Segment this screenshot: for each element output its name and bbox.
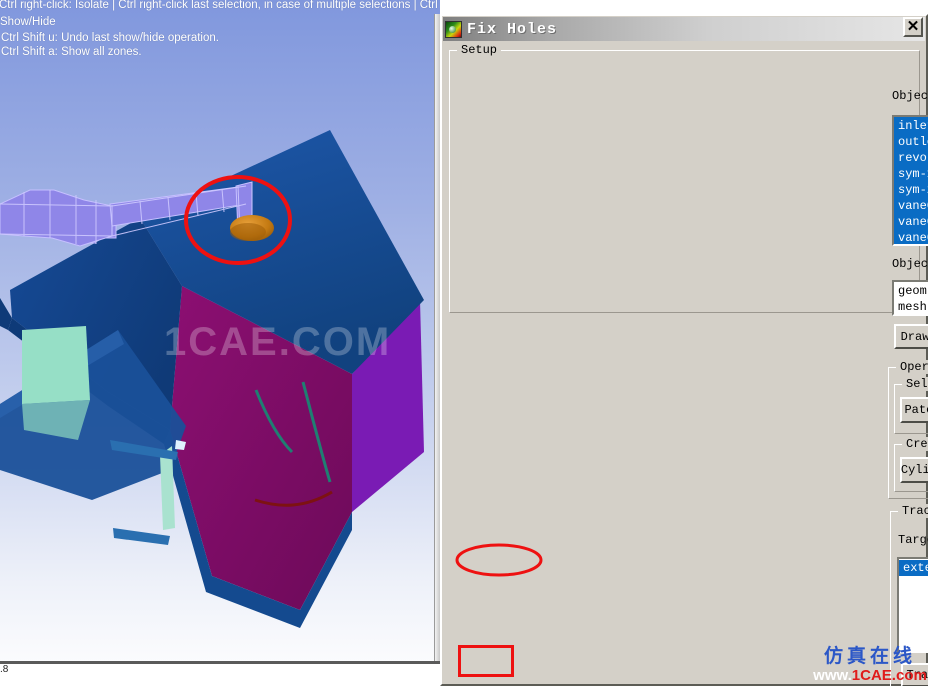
object-types-listbox[interactable]: geom mesh [892,280,928,316]
list-item[interactable]: geom [894,283,928,299]
dialog-title: Fix Holes [467,20,558,38]
objects-label: Objects [22/22] [892,89,928,103]
setup-group: Setup [449,43,920,313]
list-item[interactable]: mesh [894,299,928,314]
trace-button[interactable]: Trace [901,663,928,686]
3d-model-render [0,130,424,628]
viewport-corner-label: .8 [0,664,9,675]
trace-button-highlight [458,645,514,677]
create-patch-title: Create Patch [902,437,928,451]
external-item-highlight [455,543,543,577]
hint-line-hotkeys: Ctrl right-click: Isolate | Ctrl right-c… [0,0,440,11]
list-item[interactable]: sym-2 [894,182,928,198]
object-types-label: Object Types [0/2] [892,257,928,271]
list-item[interactable]: vane02 [894,214,928,230]
target-points-label: Target Points [1/1] [898,533,928,547]
target-points-listbox[interactable]: external [897,557,928,653]
list-item[interactable]: sym-1 [894,166,928,182]
list-item[interactable]: outlet [894,134,928,150]
list-item[interactable]: revolved-wall-63 [894,150,928,166]
cylinder-button[interactable]: Cylinder... [900,457,928,483]
patch-button[interactable]: Patch [900,397,928,423]
selected-holes-title: Selected Holes [902,377,928,391]
list-item[interactable]: vane01 [894,198,928,214]
hint-line-showall: Ctrl Shift a: Show all zones. [1,46,142,58]
list-item[interactable]: vane03 [894,230,928,244]
draw-button[interactable]: Draw [894,324,928,349]
screen: 1CAE.COM Ctrl right-click: Isolate | Ctr… [0,0,928,686]
hint-line-undo: Ctrl Shift u: Undo last show/hide operat… [1,32,219,44]
operations-title: Operations [896,360,928,374]
3d-viewport[interactable]: 1CAE.COM Ctrl right-click: Isolate | Ctr… [0,0,440,686]
list-item[interactable]: inlet [894,118,928,134]
trace-to-points-title: Trace to Points [898,504,928,518]
app-icon [445,20,462,38]
list-item[interactable]: external [899,560,928,576]
setup-group-title: Setup [457,43,502,57]
viewport-status-band [0,664,440,686]
objects-listbox[interactable]: inlet outlet revolved-wall-63 sym-1 sym-… [892,115,928,246]
fix-holes-dialog: Fix Holes ✕ Setup Objects [22/22] x inle… [440,14,928,686]
dialog-titlebar[interactable]: Fix Holes ✕ [443,17,925,41]
close-icon[interactable]: ✕ [903,17,923,37]
hint-line-showhide-title: Show/Hide [0,16,56,28]
